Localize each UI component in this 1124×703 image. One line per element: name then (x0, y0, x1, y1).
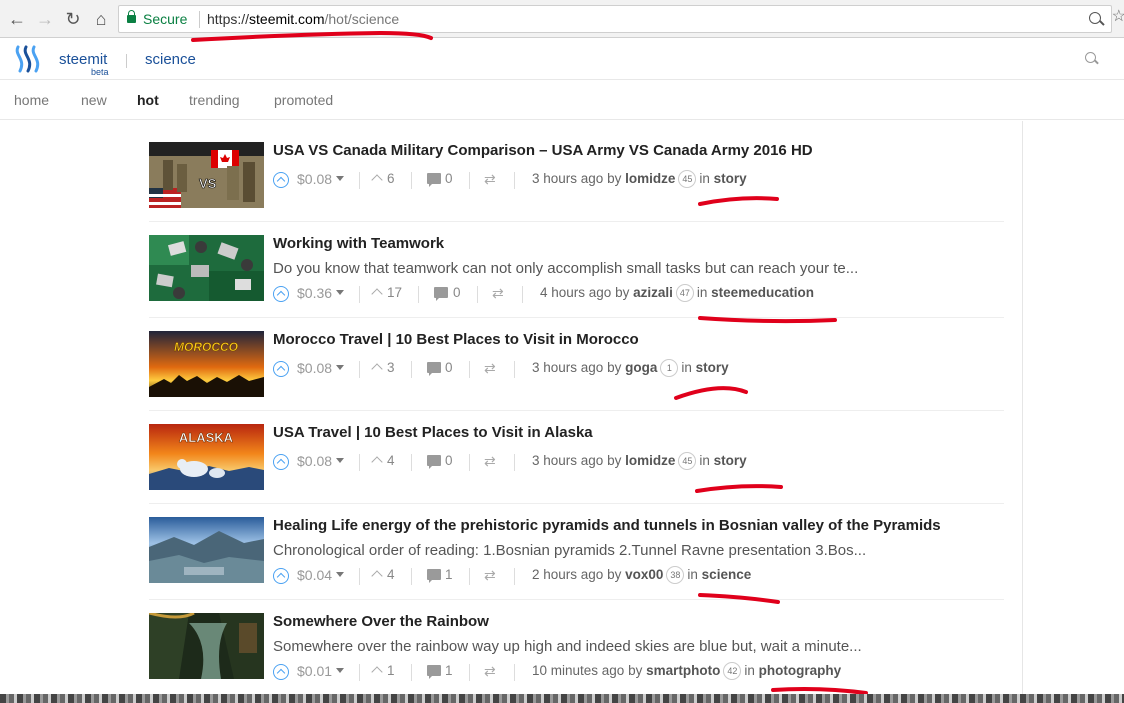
annotation-underline-4 (695, 484, 783, 493)
red-annotation-marks (191, 30, 868, 695)
annotation-underline-6 (771, 687, 868, 695)
annotation-underline-2 (698, 316, 837, 324)
annotation-underline-1 (698, 196, 779, 206)
annotation-underline-5 (698, 593, 780, 604)
screen-bottom-edge (0, 694, 1124, 703)
annotation-url-underline (191, 30, 433, 42)
annotation-underline-3 (674, 386, 748, 400)
